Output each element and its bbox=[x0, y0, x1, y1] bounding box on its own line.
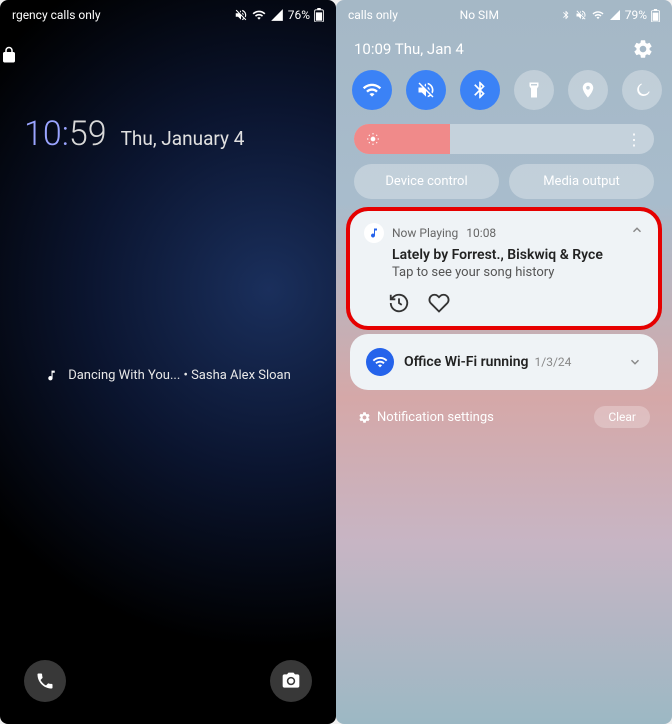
camera-icon bbox=[281, 671, 301, 691]
brightness-slider[interactable]: ⋮ bbox=[354, 124, 654, 154]
music-note-icon bbox=[45, 369, 58, 382]
brightness-menu[interactable]: ⋮ bbox=[626, 130, 642, 149]
phone-shortcut[interactable] bbox=[24, 660, 66, 702]
phone-icon bbox=[35, 671, 55, 691]
music-note-icon bbox=[368, 227, 380, 239]
status-bar: calls only No SIM 79% bbox=[336, 0, 672, 24]
status-bar: rgency calls only 76% bbox=[0, 0, 336, 24]
brightness-fill bbox=[354, 124, 450, 154]
mute-icon bbox=[234, 8, 248, 22]
clock-time: 10:59 bbox=[24, 114, 107, 154]
battery-pct: 76% bbox=[288, 8, 310, 22]
qs-bluetooth[interactable] bbox=[460, 70, 500, 110]
shade-date-time: 10:09 Thu, Jan 4 bbox=[354, 40, 464, 58]
gear-icon bbox=[358, 411, 371, 424]
notif-time: 10:08 bbox=[466, 226, 496, 240]
qs-sound[interactable] bbox=[406, 70, 446, 110]
clear-button[interactable]: Clear bbox=[594, 406, 650, 428]
wifi-icon bbox=[362, 80, 382, 100]
collapse-button[interactable] bbox=[630, 223, 644, 237]
qs-dnd[interactable] bbox=[622, 70, 662, 110]
now-playing-lockscreen[interactable]: Dancing With You... • Sasha Alex Sloan bbox=[0, 368, 336, 383]
history-icon bbox=[388, 292, 410, 314]
brightness-icon bbox=[366, 132, 380, 146]
wifi-icon bbox=[252, 8, 266, 22]
chevron-down-icon bbox=[628, 355, 642, 369]
media-output-button[interactable]: Media output bbox=[509, 164, 654, 199]
battery-icon bbox=[314, 8, 324, 22]
music-app-icon bbox=[364, 223, 384, 243]
wifi-notification[interactable]: Office Wi-Fi running1/3/24 bbox=[350, 334, 658, 390]
notif-title: Lately by Forrest., Biskwiq & Ryce bbox=[392, 247, 644, 263]
heart-icon bbox=[428, 292, 450, 314]
quick-settings-row bbox=[336, 70, 672, 110]
chevron-up-icon bbox=[630, 223, 644, 237]
now-playing-text: Dancing With You... • Sasha Alex Sloan bbox=[68, 368, 291, 383]
carrier-text: rgency calls only bbox=[12, 8, 234, 22]
mute-icon bbox=[575, 9, 587, 21]
qs-flashlight[interactable] bbox=[514, 70, 554, 110]
sim-text: No SIM bbox=[460, 8, 499, 22]
status-icons: 76% bbox=[234, 8, 324, 22]
signal-icon bbox=[270, 8, 284, 22]
location-icon bbox=[579, 81, 597, 99]
wifi-notif-title: Office Wi-Fi running1/3/24 bbox=[404, 354, 618, 370]
qs-location[interactable] bbox=[568, 70, 608, 110]
history-button[interactable] bbox=[388, 292, 410, 314]
lockscreen: rgency calls only 76% 10:59 Thu, January… bbox=[0, 0, 336, 724]
notif-subtitle: Tap to see your song history bbox=[392, 265, 644, 280]
status-icons: 79% bbox=[561, 8, 660, 22]
bottom-shortcuts bbox=[0, 660, 336, 702]
clock-date: Thu, January 4 bbox=[121, 127, 245, 150]
carrier-text: calls only bbox=[348, 8, 398, 22]
shade-date-row: 10:09 Thu, Jan 4 bbox=[336, 24, 672, 70]
favorite-button[interactable] bbox=[428, 292, 450, 314]
expand-button[interactable] bbox=[628, 355, 642, 369]
notif-app-name: Now Playing bbox=[392, 226, 458, 240]
pill-row: Device control Media output bbox=[336, 164, 672, 211]
notif-header: Now Playing 10:08 bbox=[364, 223, 644, 243]
shade-footer: Notification settings Clear bbox=[336, 398, 672, 436]
gear-icon bbox=[632, 38, 654, 60]
wifi-app-icon bbox=[366, 348, 394, 376]
settings-button[interactable] bbox=[632, 38, 654, 60]
notification-shade: calls only No SIM 79% 10:09 Thu, Jan 4 ⋮ bbox=[336, 0, 672, 724]
signal-icon bbox=[609, 9, 621, 21]
camera-shortcut[interactable] bbox=[270, 660, 312, 702]
bluetooth-icon bbox=[470, 80, 490, 100]
battery-icon bbox=[651, 9, 660, 22]
now-playing-notification[interactable]: Now Playing 10:08 Lately by Forrest., Bi… bbox=[350, 211, 658, 326]
wifi-icon bbox=[591, 9, 605, 21]
qs-wifi[interactable] bbox=[352, 70, 392, 110]
wifi-icon bbox=[372, 354, 388, 370]
flashlight-icon bbox=[525, 81, 543, 99]
notification-settings-link[interactable]: Notification settings bbox=[358, 410, 494, 425]
device-control-button[interactable]: Device control bbox=[354, 164, 499, 199]
battery-pct: 79% bbox=[625, 8, 647, 22]
moon-icon bbox=[633, 81, 651, 99]
bluetooth-icon bbox=[561, 9, 571, 21]
lock-icon bbox=[0, 44, 336, 66]
clock-row: 10:59 Thu, January 4 bbox=[0, 114, 336, 154]
notif-actions bbox=[388, 292, 644, 314]
mute-icon bbox=[416, 80, 436, 100]
